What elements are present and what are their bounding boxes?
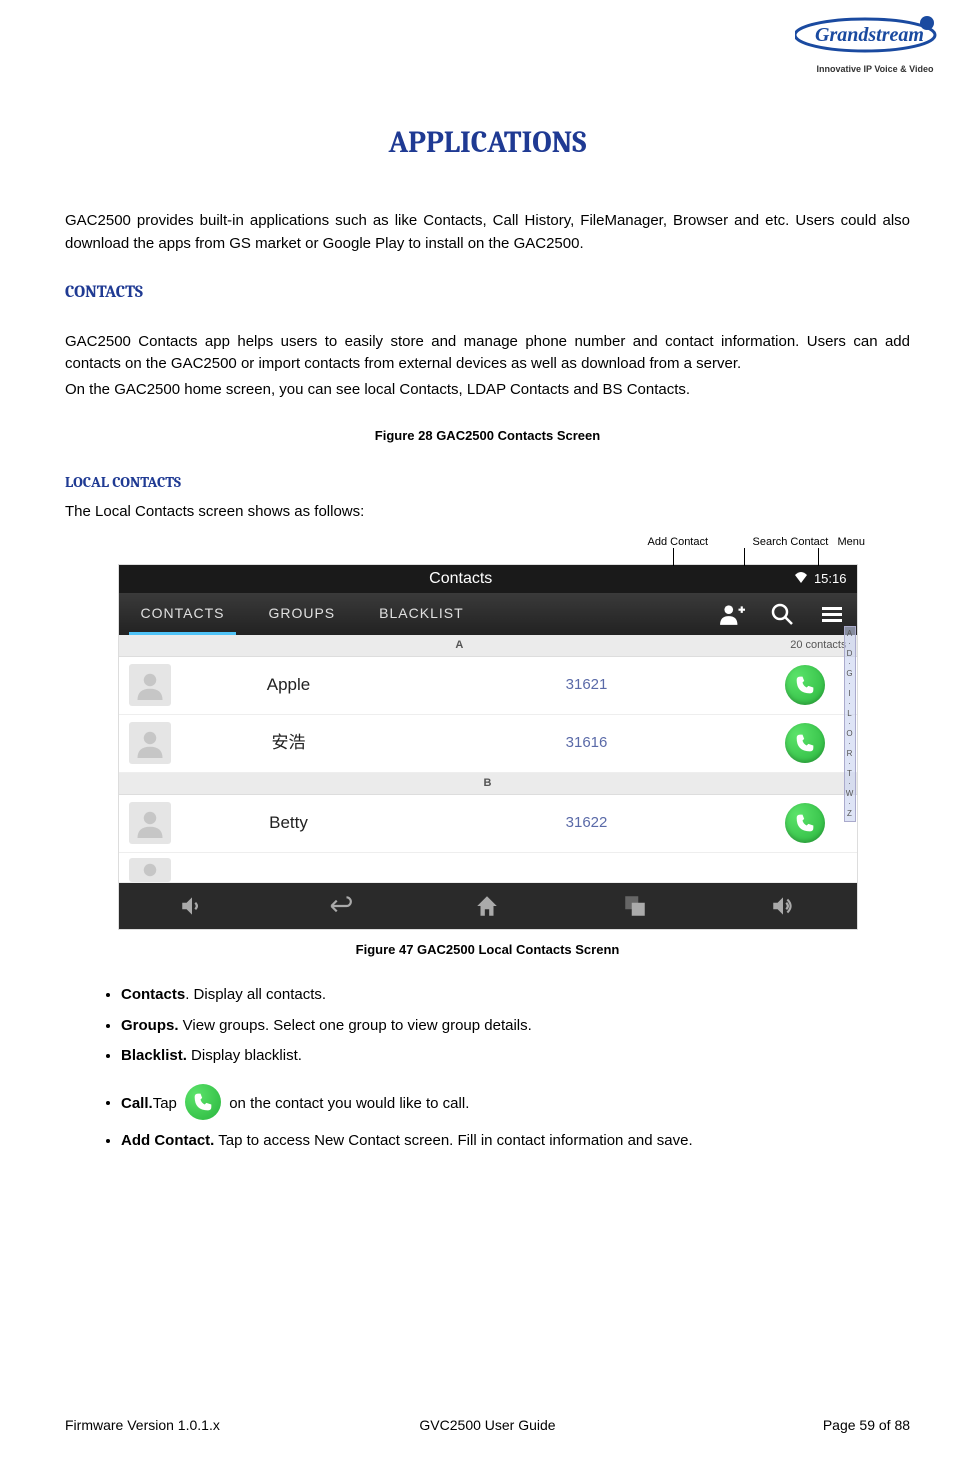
- avatar-icon: [129, 722, 171, 764]
- volume-up-icon[interactable]: [765, 888, 801, 924]
- avatar-icon: [129, 664, 171, 706]
- contact-name: Apple: [189, 672, 389, 698]
- footer-page-number: Page 59 of 88: [628, 1415, 910, 1436]
- contact-number: 31616: [389, 732, 785, 755]
- contacts-count: 20 contacts: [790, 637, 846, 654]
- contact-row-cut: [119, 853, 857, 883]
- footer-firmware: Firmware Version 1.0.1.x: [65, 1415, 347, 1436]
- contact-number: 31622: [389, 812, 785, 835]
- call-icon: [185, 1084, 221, 1120]
- status-bar: Contacts 15:16: [119, 565, 857, 593]
- avatar-icon: [129, 802, 171, 844]
- contacts-screenshot: Add Contact Search Contact Menu Contacts…: [118, 534, 858, 930]
- contacts-p2: On the GAC2500 home screen, you can see …: [65, 379, 910, 402]
- alpha-index-strip[interactable]: A· D· G· I· L· O· R· T· W· Z: [844, 626, 856, 822]
- page-footer: Firmware Version 1.0.1.x GVC2500 User Gu…: [65, 1414, 910, 1436]
- contact-name: 安浩: [189, 730, 389, 756]
- logo-tagline: Innovative IP Voice & Video: [795, 63, 955, 77]
- list-item: Add Contact. Tap to access New Contact s…: [121, 1130, 910, 1153]
- figure-47-caption: Figure 47 GAC2500 Local Contacts Screnn: [65, 940, 910, 960]
- contact-name: Betty: [189, 810, 389, 836]
- contacts-heading: CONTACTS: [65, 280, 910, 306]
- call-button[interactable]: [785, 803, 825, 843]
- tab-blacklist[interactable]: BLACKLIST: [357, 593, 485, 635]
- back-icon[interactable]: [322, 888, 358, 924]
- recent-apps-icon[interactable]: [617, 888, 653, 924]
- contact-row[interactable]: Apple 31621: [119, 657, 857, 715]
- annotation-add-contact: Add Contact: [648, 534, 709, 551]
- tab-groups[interactable]: GROUPS: [246, 593, 357, 635]
- system-nav-bar: [119, 883, 857, 929]
- list-item: Call.Tap on the contact you would like t…: [121, 1086, 910, 1122]
- footer-doc-title: GVC2500 User Guide: [347, 1415, 629, 1436]
- search-icon[interactable]: [757, 593, 807, 635]
- status-time: 15:16: [814, 569, 847, 589]
- call-button[interactable]: [785, 665, 825, 705]
- local-contacts-lead: The Local Contacts screen shows as follo…: [65, 501, 910, 524]
- section-header-b: B: [119, 773, 857, 795]
- feature-list: Contacts. Display all contacts. Groups. …: [65, 984, 910, 1152]
- contact-row[interactable]: 安浩 31616: [119, 715, 857, 773]
- contacts-p1: GAC2500 Contacts app helps users to easi…: [65, 331, 910, 376]
- local-contacts-heading: LOCAL CONTACTS: [65, 471, 910, 494]
- contact-number: 31621: [389, 674, 785, 697]
- page-title: APPLICATIONS: [65, 120, 910, 165]
- avatar-icon: [129, 858, 171, 882]
- add-contact-icon[interactable]: [707, 593, 757, 635]
- list-item: Blacklist. Display blacklist.: [121, 1045, 910, 1068]
- volume-down-icon[interactable]: [174, 888, 210, 924]
- section-header-a: A 20 contacts: [119, 635, 857, 657]
- home-icon[interactable]: [469, 888, 505, 924]
- list-item: Groups. View groups. Select one group to…: [121, 1015, 910, 1038]
- list-item: Contacts. Display all contacts.: [121, 984, 910, 1007]
- contact-row[interactable]: Betty 31622: [119, 795, 857, 853]
- tabs-bar: CONTACTS GROUPS BLACKLIST: [119, 593, 857, 635]
- brand-logo: Grandstream Innovative IP Voice & Video: [795, 15, 955, 75]
- annotation-menu: Menu: [838, 534, 866, 551]
- wifi-icon: [793, 569, 809, 589]
- svg-text:Grandstream: Grandstream: [815, 24, 924, 46]
- tab-contacts[interactable]: CONTACTS: [119, 593, 247, 635]
- app-title: Contacts: [129, 567, 793, 591]
- figure-28-caption: Figure 28 GAC2500 Contacts Screen: [65, 426, 910, 446]
- call-button[interactable]: [785, 723, 825, 763]
- intro-paragraph: GAC2500 provides built-in applications s…: [65, 210, 910, 255]
